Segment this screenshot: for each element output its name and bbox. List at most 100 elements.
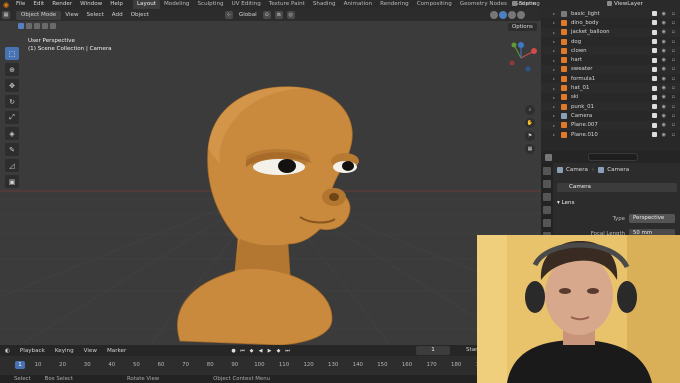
expand-arrow-icon[interactable]: ▸ [553, 11, 555, 16]
tab-rendering[interactable]: Rendering [376, 0, 413, 9]
visibility-eye-icon[interactable]: ◉ ▫ [662, 48, 677, 54]
outliner-item[interactable]: ▸ Plane.010 ◉ ▫ [541, 130, 680, 139]
exclude-checkbox[interactable] [652, 57, 657, 63]
expand-arrow-icon[interactable]: ▸ [553, 86, 555, 91]
view-layer-tab-icon[interactable] [543, 206, 551, 214]
view-layer-selector[interactable]: ViewLayer [607, 0, 643, 9]
exclude-checkbox[interactable] [652, 48, 657, 54]
tab-uv-editing[interactable]: UV Editing [228, 0, 265, 9]
visibility-eye-icon[interactable]: ◉ ▫ [662, 76, 677, 82]
exclude-checkbox[interactable] [652, 66, 657, 72]
zoom-icon[interactable]: ⌕ [525, 105, 535, 115]
orientation-dropdown[interactable]: Global [235, 9, 261, 21]
select-extend-icon[interactable] [26, 23, 32, 29]
exclude-checkbox[interactable] [652, 94, 657, 100]
material-shading-icon[interactable] [508, 11, 516, 19]
expand-arrow-icon[interactable]: ▸ [553, 123, 555, 128]
visibility-eye-icon[interactable]: ◉ ▫ [662, 57, 677, 63]
properties-search-input[interactable] [588, 153, 638, 161]
scene-selector[interactable]: Scene [512, 0, 536, 9]
add-cube-tool-icon[interactable]: ▣ [5, 175, 19, 188]
pan-icon[interactable]: ✋ [525, 118, 535, 128]
jump-start-icon[interactable]: ⏮ [239, 347, 246, 354]
scale-tool-icon[interactable]: ⤢ [5, 111, 19, 124]
expand-arrow-icon[interactable]: ▸ [553, 30, 555, 35]
timeline-menu-marker[interactable]: Marker [102, 348, 131, 354]
visibility-eye-icon[interactable]: ◉ ▫ [662, 122, 677, 128]
expand-arrow-icon[interactable]: ▸ [553, 95, 555, 100]
output-tab-icon[interactable] [543, 193, 551, 201]
expand-arrow-icon[interactable]: ▸ [553, 113, 555, 118]
tab-texture-paint[interactable]: Texture Paint [265, 0, 309, 9]
tab-sculpting[interactable]: Sculpting [193, 0, 227, 9]
exclude-checkbox[interactable] [652, 132, 657, 137]
solid-shading-icon[interactable] [499, 11, 507, 19]
visibility-eye-icon[interactable]: ◉ ▫ [662, 66, 677, 72]
properties-editor-icon[interactable] [545, 153, 552, 161]
outliner-item[interactable]: ▸ dog ◉ ▫ [541, 37, 680, 46]
outliner[interactable]: ▸ basic_light ◉ ▫ ▸ dino_body ◉ ▫ ▸ jacket_ball… [541, 9, 680, 151]
tab-animation[interactable]: Animation [340, 0, 377, 9]
outliner-item[interactable]: ▸ Camera ◉ ▫ [541, 111, 680, 120]
visibility-eye-icon[interactable]: ◉ ▫ [662, 39, 677, 45]
tab-modeling[interactable]: Modeling [160, 0, 193, 9]
prev-keyframe-icon[interactable]: ◆ [248, 347, 255, 354]
outliner-item[interactable]: ▸ sweater ◉ ▫ [541, 64, 680, 75]
camera-name-field[interactable]: Camera [557, 183, 677, 192]
scene-tab-icon[interactable] [543, 219, 551, 227]
expand-arrow-icon[interactable]: ▸ [553, 67, 555, 72]
tab-compositing[interactable]: Compositing [413, 0, 456, 9]
alien-character-model[interactable] [160, 79, 370, 345]
outliner-item[interactable]: ▸ clown ◉ ▫ [541, 46, 680, 56]
visibility-eye-icon[interactable]: ◉ ▫ [662, 20, 677, 26]
exclude-checkbox[interactable] [652, 104, 657, 110]
options-button[interactable]: Options [508, 23, 537, 31]
wireframe-shading-icon[interactable] [490, 11, 498, 19]
blender-logo-icon[interactable]: ◉ [0, 0, 12, 9]
visibility-eye-icon[interactable]: ◉ ▫ [662, 11, 677, 17]
exclude-checkbox[interactable] [652, 76, 657, 82]
pivot-icon[interactable]: ⊙ [262, 11, 271, 19]
visibility-eye-icon[interactable]: ◉ ▫ [662, 85, 677, 91]
select-subtract-icon[interactable] [34, 23, 40, 29]
play-reverse-icon[interactable]: ◀ [257, 347, 264, 354]
outliner-item[interactable]: ▸ punk_01 ◉ ▫ [541, 101, 680, 112]
tab-geometry-nodes[interactable]: Geometry Nodes [456, 0, 511, 9]
timeline-menu-view[interactable]: View [79, 348, 102, 354]
perspective-toggle-icon[interactable]: ▦ [525, 144, 535, 154]
playhead[interactable]: 1 [15, 361, 25, 369]
lens-section-header[interactable]: ▾ Lens [557, 200, 575, 206]
exclude-checkbox[interactable] [652, 113, 657, 119]
viewport-menu-view[interactable]: View [61, 9, 82, 21]
cursor-tool-icon[interactable]: ⊕ [5, 63, 19, 76]
visibility-eye-icon[interactable]: ◉ ▫ [662, 132, 677, 138]
outliner-item[interactable]: ▸ dino_body ◉ ▫ [541, 18, 680, 27]
camera-view-icon[interactable]: ⚑ [525, 131, 535, 141]
timeline-menu-keying[interactable]: Keying [50, 348, 79, 354]
snap-icon[interactable]: ⋒ [274, 11, 283, 19]
visibility-eye-icon[interactable]: ◉ ▫ [662, 94, 677, 100]
exclude-checkbox[interactable] [652, 85, 657, 91]
exclude-checkbox[interactable] [652, 20, 657, 26]
rendered-shading-icon[interactable] [517, 11, 525, 19]
expand-arrow-icon[interactable]: ▸ [553, 48, 555, 53]
select-box-tool-icon[interactable]: ⬚ [5, 47, 19, 60]
tab-layout[interactable]: Layout [132, 0, 160, 9]
visibility-eye-icon[interactable]: ◉ ▫ [662, 113, 677, 119]
editor-type-icon[interactable]: ▦ [2, 11, 10, 19]
next-keyframe-icon[interactable]: ◆ [275, 347, 282, 354]
navigation-gizmo[interactable] [504, 41, 538, 75]
3d-viewport[interactable]: ▦ Object Mode View Select Add Object ⊹ G… [0, 9, 541, 345]
outliner-item[interactable]: ▸ hat_01 ◉ ▫ [541, 83, 680, 93]
expand-arrow-icon[interactable]: ▸ [553, 104, 555, 109]
outliner-item[interactable]: ▸ Plane.007 ◉ ▫ [541, 120, 680, 130]
timeline-menu-playback[interactable]: Playback [15, 348, 50, 354]
exclude-checkbox[interactable] [652, 122, 657, 128]
menu-file[interactable]: File [12, 0, 29, 9]
select-new-icon[interactable] [18, 23, 24, 29]
expand-arrow-icon[interactable]: ▸ [553, 58, 555, 63]
annotate-tool-icon[interactable]: ✎ [5, 143, 19, 156]
transform-tool-icon[interactable]: ◈ [5, 127, 19, 140]
render-tab-icon[interactable] [543, 180, 551, 188]
rotate-tool-icon[interactable]: ↻ [5, 95, 19, 108]
